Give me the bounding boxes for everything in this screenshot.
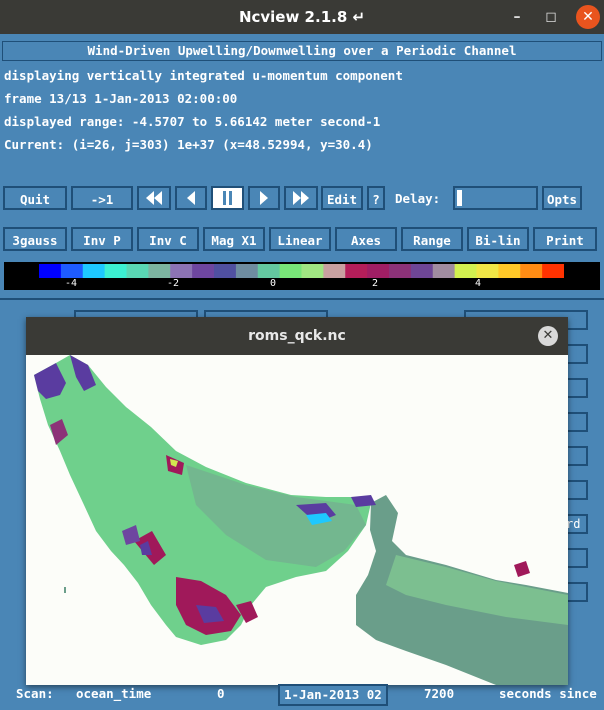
colorbar-swatch: [454, 264, 478, 278]
colorbar-swatch: [542, 264, 564, 278]
step-forward-button[interactable]: [248, 186, 280, 210]
axes-button[interactable]: Axes: [335, 227, 397, 251]
dim-box[interactable]: [566, 480, 588, 500]
colorbar-swatch: [410, 264, 434, 278]
colorbar-swatch: [301, 264, 324, 278]
quit-button[interactable]: Quit: [3, 186, 67, 210]
colorbar-tick: 2: [372, 278, 379, 289]
invert-physical-button[interactable]: Inv P: [71, 227, 133, 251]
delay-slider-handle[interactable]: [457, 190, 462, 206]
3gauss-button[interactable]: 3gauss: [3, 227, 67, 251]
bilinear-button[interactable]: Bi-lin: [467, 227, 529, 251]
colorbar-tick: -2: [167, 278, 180, 289]
to-first-frame-button[interactable]: ->1: [71, 186, 133, 210]
colorbar-swatch: [82, 264, 106, 278]
colorbar-swatch: [432, 264, 456, 278]
step-forward-icon: [260, 191, 268, 205]
colorbar-gradient: [39, 264, 564, 278]
colorbar-tick: 0: [270, 278, 277, 289]
colorbar-swatch: [520, 264, 543, 278]
dataset-title: Wind-Driven Upwelling/Downwelling over a…: [2, 41, 602, 61]
step-backward-button[interactable]: [175, 186, 207, 210]
delay-slider[interactable]: [453, 186, 538, 210]
scan-current-value[interactable]: 1-Jan-2013 02: [278, 684, 388, 706]
range-info: displayed range: -4.5707 to 5.66142 mete…: [4, 114, 381, 129]
close-icon[interactable]: ✕: [576, 5, 600, 29]
step-backward-icon: [187, 191, 195, 205]
dim-box[interactable]: [566, 446, 588, 466]
edit-button[interactable]: Edit: [321, 186, 363, 210]
scan-max: 7200: [424, 686, 455, 701]
cursor-info: Current: (i=26, j=303) 1e+37 (x=48.52994…: [4, 137, 373, 152]
colorbar-swatch: [367, 264, 390, 278]
pause-button[interactable]: [211, 186, 244, 210]
colorbar-swatch: [148, 264, 171, 278]
dim-box[interactable]: [566, 412, 588, 432]
colorbar-swatch: [323, 264, 346, 278]
fast-forward-icon: [293, 191, 309, 205]
delay-label: Delay:: [395, 191, 441, 206]
frame-info: frame 13/13 1-Jan-2013 02:00:00: [4, 91, 238, 106]
colorbar-swatch: [126, 264, 149, 278]
range-button[interactable]: Range: [401, 227, 463, 251]
colorbar-swatch: [192, 264, 215, 278]
colorbar: -4 -2 0 2 4: [4, 262, 600, 290]
close-icon[interactable]: ✕: [538, 326, 558, 346]
scan-bar: Scan: ocean_time 0 1-Jan-2013 02 7200 se…: [0, 680, 604, 710]
dim-box[interactable]: [566, 344, 588, 364]
data-map-image[interactable]: [26, 355, 568, 685]
magnification-button[interactable]: Mag X1: [203, 227, 265, 251]
colorbar-swatch: [235, 264, 259, 278]
info-panel: Wind-Driven Upwelling/Downwelling over a…: [0, 40, 604, 160]
colorbar-swatch: [104, 264, 128, 278]
variable-description: displaying vertically integrated u-momen…: [4, 68, 403, 83]
colorbar-swatch: [476, 264, 499, 278]
colorbar-tick: -4: [65, 278, 78, 289]
fast-forward-button[interactable]: [284, 186, 318, 210]
colorbar-swatch: [39, 264, 62, 278]
colorbar-tick: 4: [475, 278, 482, 289]
colorbar-ticks: -4 -2 0 2 4: [4, 278, 600, 290]
pause-icon: [222, 191, 232, 205]
colorbar-swatch: [60, 264, 84, 278]
colorbar-swatch: [214, 264, 237, 278]
scan-units: seconds since: [499, 686, 597, 701]
help-button[interactable]: ?: [367, 186, 385, 210]
invert-color-button[interactable]: Inv C: [137, 227, 199, 251]
colorbar-swatch: [389, 264, 412, 278]
colorbar-swatch: [279, 264, 303, 278]
image-window[interactable]: roms_qck.nc ✕: [26, 317, 568, 685]
dim-box[interactable]: [566, 582, 588, 602]
minimize-icon[interactable]: –: [505, 5, 529, 29]
fast-backward-icon: [146, 191, 162, 205]
transform-linear-button[interactable]: Linear: [269, 227, 331, 251]
dim-box[interactable]: [566, 378, 588, 398]
scan-min: 0: [217, 686, 225, 701]
window-titlebar: Ncview 2.1.8 ↵ – ◻ ✕: [0, 0, 604, 34]
print-button[interactable]: Print: [533, 227, 597, 251]
scan-dimension: ocean_time: [76, 686, 152, 701]
colorbar-swatch: [170, 264, 193, 278]
colorbar-swatch: [257, 264, 281, 278]
colorbar-swatch: [498, 264, 521, 278]
colorbar-swatch: [345, 264, 368, 278]
options-button[interactable]: Opts: [542, 186, 582, 210]
scan-label: Scan:: [16, 686, 54, 701]
maximize-icon[interactable]: ◻: [539, 5, 563, 29]
dim-box[interactable]: [566, 548, 588, 568]
image-window-title: roms_qck.nc: [26, 317, 568, 355]
fast-backward-button[interactable]: [137, 186, 171, 210]
